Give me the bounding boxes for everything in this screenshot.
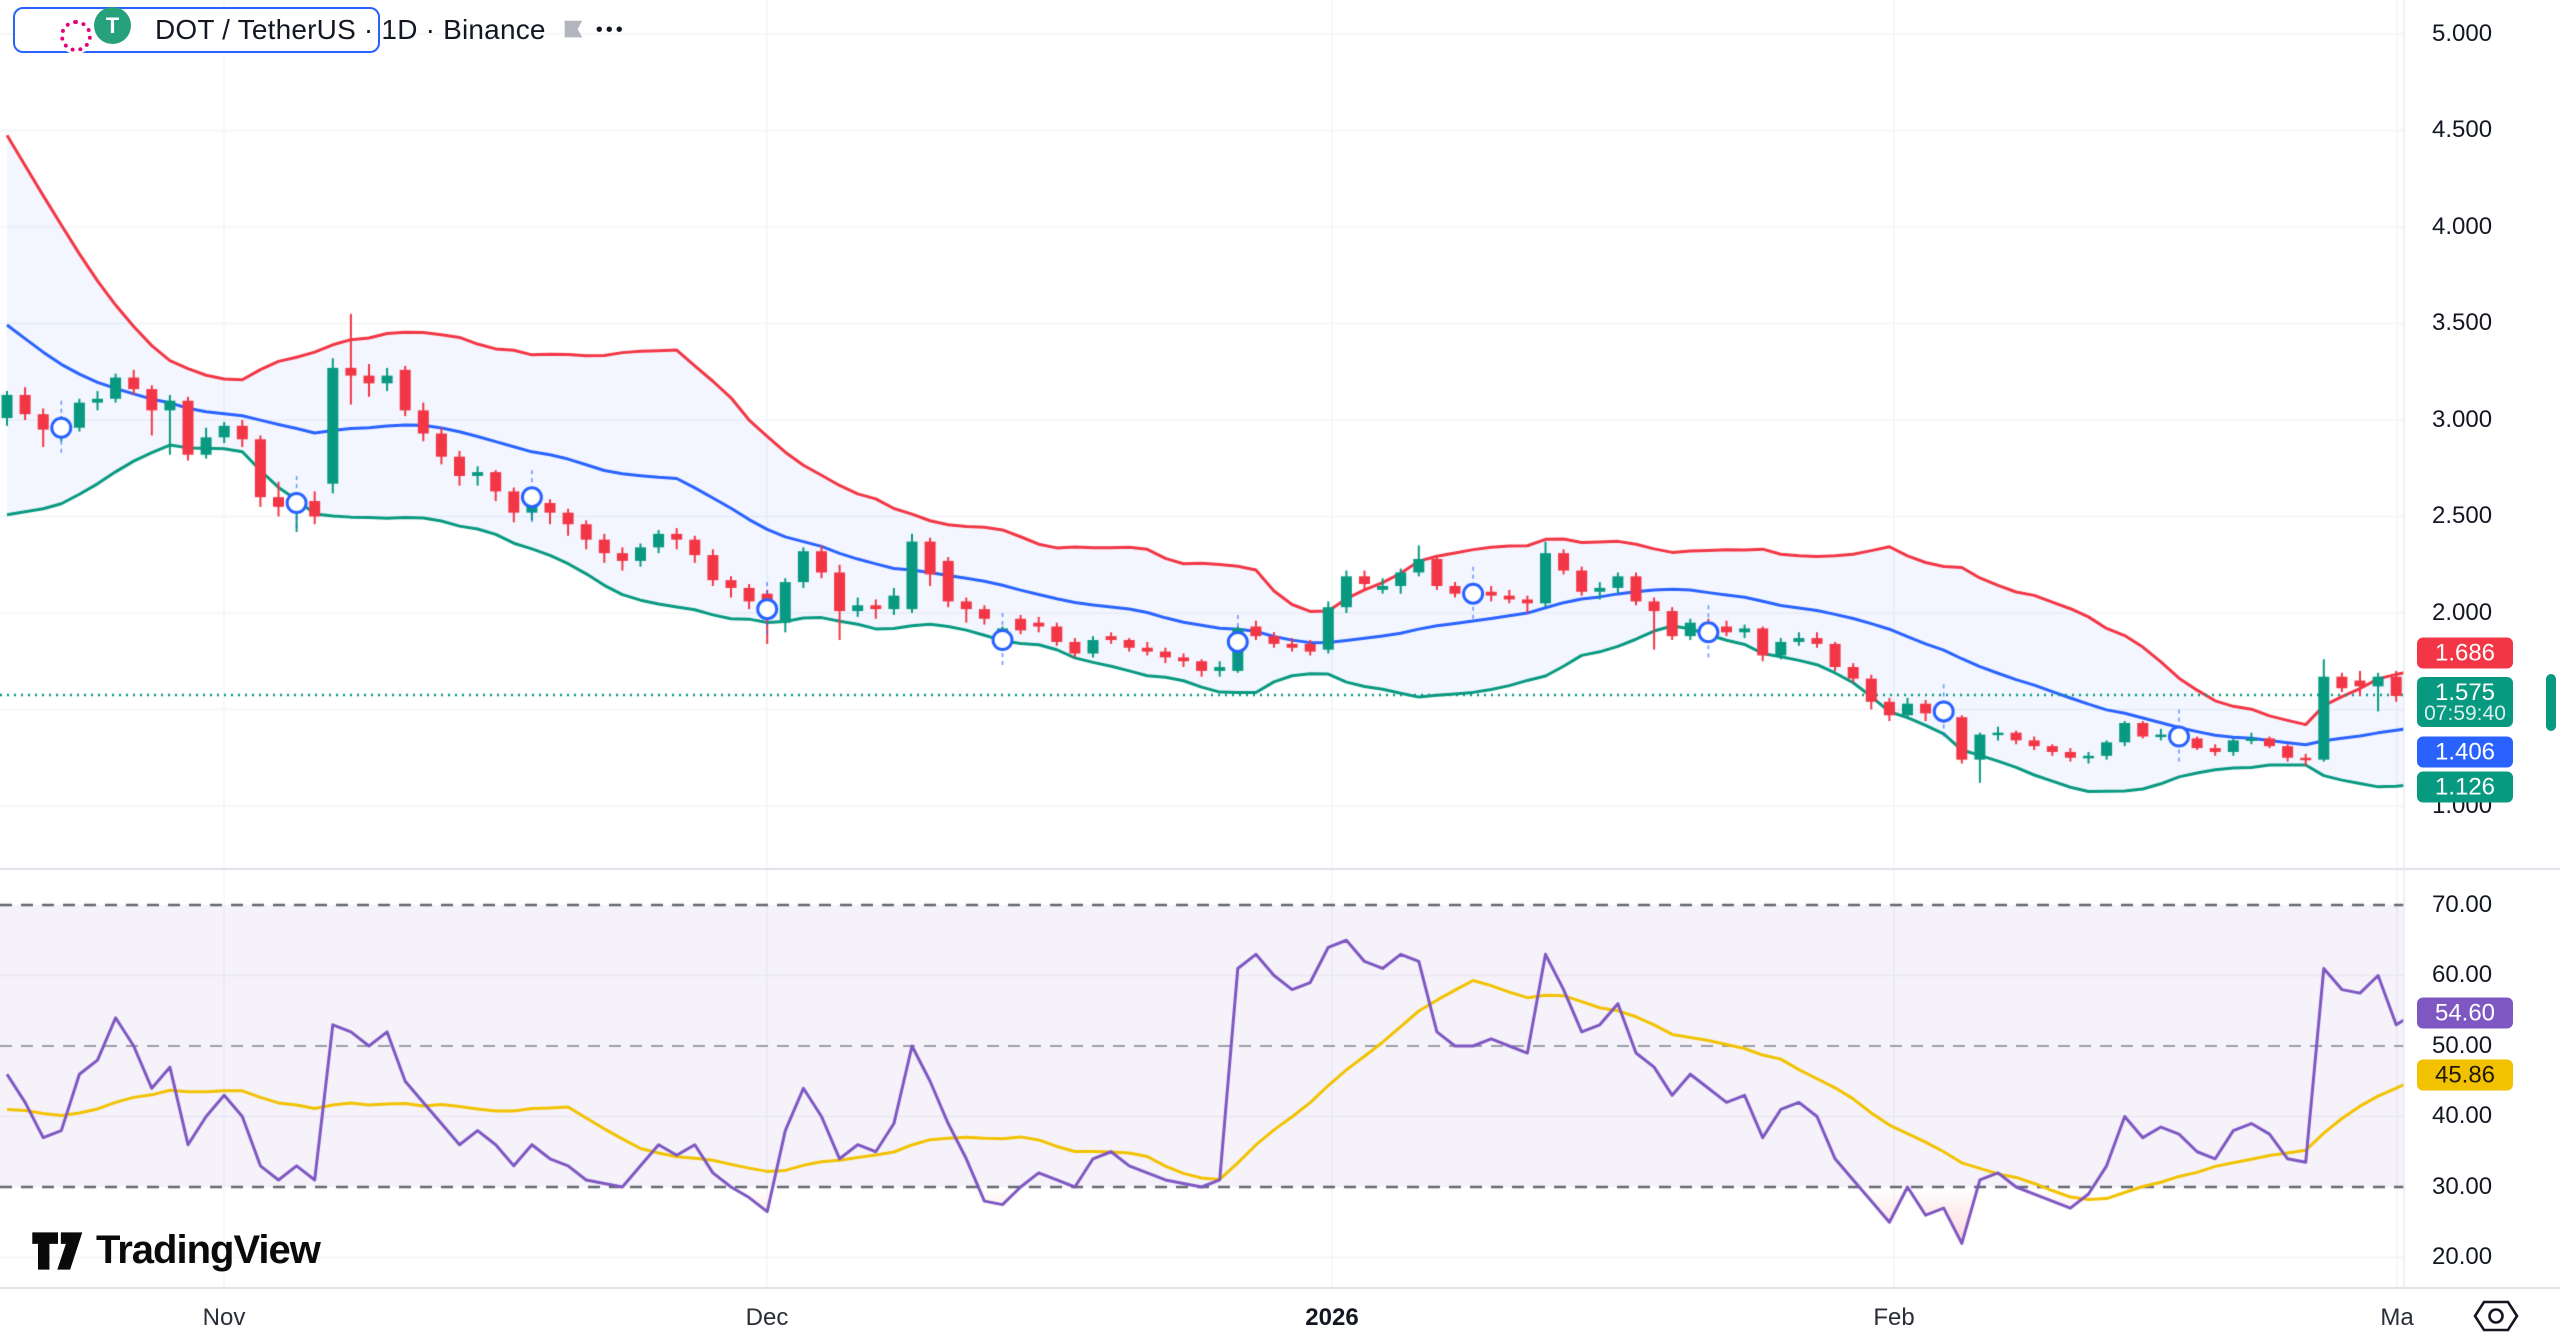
rsi-badge-value: 54.60 bbox=[2435, 1000, 2495, 1027]
time-axis-label: Dec bbox=[746, 1304, 789, 1332]
symbol-pill[interactable]: T DOT / TetherUS · 1D · Binance ••• bbox=[13, 7, 380, 53]
price-axis-label: 5.000 bbox=[2432, 20, 2492, 48]
rsi-axis-label: 20.00 bbox=[2432, 1243, 2492, 1271]
time-axis-label: Nov bbox=[203, 1304, 246, 1332]
tradingview-logo[interactable]: TradingView bbox=[30, 1228, 320, 1273]
rsi-badge: 54.60 bbox=[2417, 998, 2513, 1029]
rsi-axis-label: 70.00 bbox=[2432, 891, 2492, 919]
chart-canvas[interactable] bbox=[0, 0, 2560, 1338]
rsi-axis-label: 50.00 bbox=[2432, 1032, 2492, 1060]
flag-icon[interactable] bbox=[560, 17, 586, 43]
price-badge: 1.686 bbox=[2417, 638, 2513, 669]
price-badge: 1.406 bbox=[2417, 737, 2513, 768]
price-badge: 1.126 bbox=[2417, 772, 2513, 803]
rsi-badge: 45.86 bbox=[2417, 1060, 2513, 1091]
rsi-badge-value: 45.86 bbox=[2435, 1062, 2495, 1089]
price-axis-label: 3.500 bbox=[2432, 309, 2492, 337]
time-axis-label: 2026 bbox=[1305, 1304, 1358, 1332]
tradingview-logo-text: TradingView bbox=[96, 1228, 320, 1273]
price-badge-value: 1.126 bbox=[2435, 774, 2495, 801]
price-badge: 1.57507:59:40 bbox=[2417, 677, 2513, 727]
time-axis-settings-icon[interactable] bbox=[2472, 1298, 2520, 1338]
rsi-axis-label: 60.00 bbox=[2432, 961, 2492, 989]
chart-window: T DOT / TetherUS · 1D · Binance ••• 5.00… bbox=[0, 0, 2560, 1338]
price-badge-value: 1.406 bbox=[2435, 739, 2495, 766]
price-axis-label: 4.500 bbox=[2432, 116, 2492, 144]
symbol-logos: T bbox=[15, 7, 143, 53]
price-axis-label: 3.000 bbox=[2432, 406, 2492, 434]
time-axis-label: Feb bbox=[1873, 1304, 1914, 1332]
price-axis-label: 4.000 bbox=[2432, 213, 2492, 241]
rsi-axis-label: 30.00 bbox=[2432, 1173, 2492, 1201]
more-options-icon[interactable]: ••• bbox=[596, 7, 626, 53]
rsi-axis-label: 40.00 bbox=[2432, 1102, 2492, 1130]
symbol-title: DOT / TetherUS · 1D · Binance bbox=[155, 14, 546, 46]
price-axis-label: 2.000 bbox=[2432, 599, 2492, 627]
countdown-timer: 07:59:40 bbox=[2417, 704, 2513, 727]
time-axis-label: Ma bbox=[2380, 1304, 2413, 1332]
tradingview-glyph-icon bbox=[30, 1231, 86, 1271]
price-axis-label: 2.500 bbox=[2432, 502, 2492, 530]
tether-logo-icon: T bbox=[94, 7, 131, 44]
price-badge-value: 1.686 bbox=[2435, 640, 2495, 667]
polkadot-logo-icon bbox=[60, 20, 92, 52]
price-scale-highlight bbox=[2546, 674, 2556, 731]
